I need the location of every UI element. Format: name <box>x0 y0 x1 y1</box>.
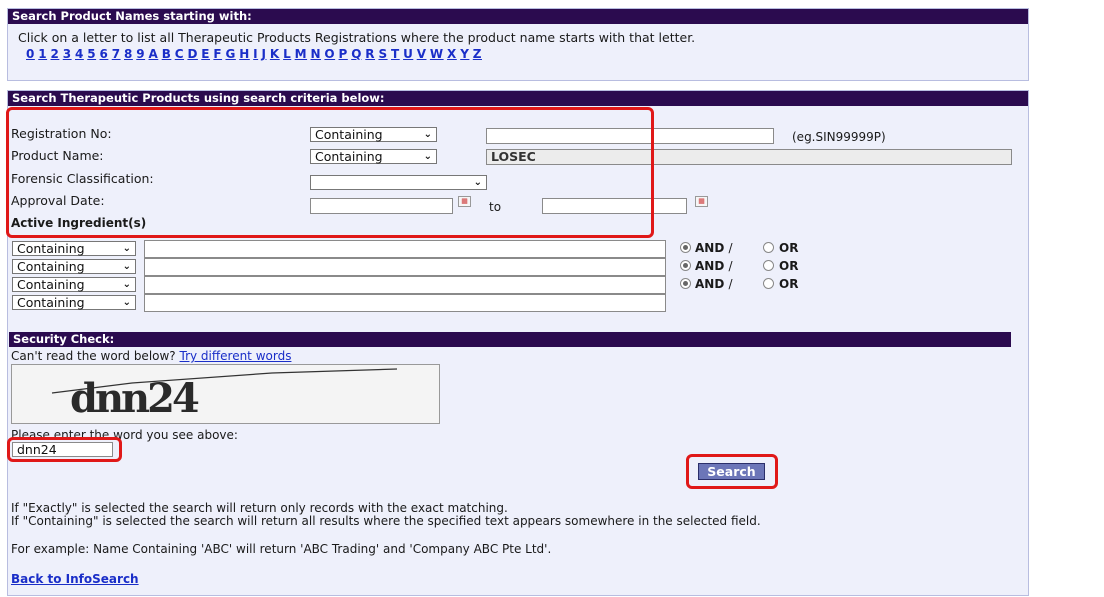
search-button-highlight <box>686 454 778 489</box>
and-radio[interactable] <box>680 278 691 289</box>
letter-link-8[interactable]: 8 <box>124 47 133 61</box>
letter-link-t[interactable]: T <box>391 47 400 61</box>
letter-link-7[interactable]: 7 <box>112 47 121 61</box>
and-radio[interactable] <box>680 242 691 253</box>
letter-link-g[interactable]: G <box>225 47 235 61</box>
letter-link-4[interactable]: 4 <box>75 47 84 61</box>
letter-link-h[interactable]: H <box>239 47 250 61</box>
letter-link-3[interactable]: 3 <box>63 47 72 61</box>
back-to-infosearch-link[interactable]: Back to InfoSearch <box>11 572 139 586</box>
or-radio[interactable] <box>763 260 774 271</box>
ingredient-mode-value: Containing <box>17 295 85 310</box>
captcha-image: dnn24 <box>11 364 440 424</box>
or-label: OR <box>779 241 799 255</box>
letter-link-k[interactable]: K <box>270 47 280 61</box>
letter-link-b[interactable]: B <box>162 47 172 61</box>
captcha-word: dnn24 <box>70 375 200 422</box>
letter-link-6[interactable]: 6 <box>100 47 109 61</box>
letter-link-q[interactable]: Q <box>351 47 362 61</box>
and-label: AND <box>695 241 725 255</box>
letter-link-i[interactable]: I <box>253 47 258 61</box>
letter-link-v[interactable]: V <box>417 47 427 61</box>
criteria-highlight <box>6 107 654 238</box>
captcha-help: Can't read the word below? Try different… <box>11 349 291 363</box>
letter-link-r[interactable]: R <box>365 47 375 61</box>
letter-link-u[interactable]: U <box>403 47 413 61</box>
letter-link-l[interactable]: L <box>283 47 291 61</box>
security-header: Security Check: <box>9 332 1011 347</box>
letter-link-x[interactable]: X <box>447 47 457 61</box>
note-exactly: If "Exactly" is selected the search will… <box>11 501 508 515</box>
letter-link-j[interactable]: J <box>262 47 267 61</box>
ingredient-input[interactable] <box>144 258 666 276</box>
or-label: OR <box>779 259 799 273</box>
letter-link-c[interactable]: C <box>175 47 184 61</box>
letter-links: 0123456789ABCDEFGHIJKLMNOPQRSTUVWXYZ <box>26 47 485 61</box>
chevron-down-icon: ⌄ <box>122 279 131 290</box>
or-radio[interactable] <box>763 242 774 253</box>
letter-link-o[interactable]: O <box>324 47 335 61</box>
browse-header: Search Product Names starting with: <box>8 9 1028 24</box>
ingredient-mode-select[interactable]: Containing ⌄ <box>12 295 136 310</box>
letter-link-y[interactable]: Y <box>460 47 469 61</box>
registration-hint: (eg.SIN99999P) <box>792 130 886 144</box>
captcha-help-text: Can't read the word below? <box>11 349 176 363</box>
or-label: OR <box>779 277 799 291</box>
browse-instruction: Click on a letter to list all Therapeuti… <box>18 30 696 45</box>
letter-link-e[interactable]: E <box>201 47 210 61</box>
ingredient-input[interactable] <box>144 294 666 312</box>
ingredient-mode-select[interactable]: Containing ⌄ <box>12 241 136 256</box>
captcha-input-highlight <box>7 437 122 462</box>
letter-link-5[interactable]: 5 <box>87 47 96 61</box>
ingredient-mode-select[interactable]: Containing ⌄ <box>12 259 136 274</box>
letter-link-z[interactable]: Z <box>473 47 482 61</box>
letter-link-a[interactable]: A <box>149 47 159 61</box>
calendar-icon[interactable]: ▦ <box>695 196 708 207</box>
letter-link-f[interactable]: F <box>213 47 222 61</box>
note-example: For example: Name Containing 'ABC' will … <box>11 542 552 556</box>
letter-link-s[interactable]: S <box>378 47 387 61</box>
letter-link-9[interactable]: 9 <box>136 47 145 61</box>
letter-link-w[interactable]: W <box>430 47 444 61</box>
ingredient-mode-value: Containing <box>17 259 85 274</box>
criteria-header: Search Therapeutic Products using search… <box>8 91 1028 106</box>
ingredient-input[interactable] <box>144 240 666 258</box>
and-or-label: AND / <box>695 259 733 273</box>
letter-link-m[interactable]: M <box>295 47 307 61</box>
letter-link-0[interactable]: 0 <box>26 47 35 61</box>
separator: / <box>728 241 733 255</box>
letter-link-2[interactable]: 2 <box>51 47 60 61</box>
letter-link-p[interactable]: P <box>339 47 348 61</box>
chevron-down-icon: ⌄ <box>122 261 131 272</box>
or-radio[interactable] <box>763 278 774 289</box>
letter-link-1[interactable]: 1 <box>38 47 47 61</box>
try-different-words-link[interactable]: Try different words <box>180 349 292 363</box>
ingredient-mode-value: Containing <box>17 277 85 292</box>
and-or-label: AND / <box>695 241 733 255</box>
and-label: AND <box>695 259 725 273</box>
separator: / <box>728 259 733 273</box>
ingredient-mode-value: Containing <box>17 241 85 256</box>
letter-link-n[interactable]: N <box>310 47 321 61</box>
chevron-down-icon: ⌄ <box>122 243 131 254</box>
ingredient-mode-select[interactable]: Containing ⌄ <box>12 277 136 292</box>
chevron-down-icon: ⌄ <box>122 297 131 308</box>
and-radio[interactable] <box>680 260 691 271</box>
note-containing: If "Containing" is selected the search w… <box>11 514 761 528</box>
separator: / <box>728 277 733 291</box>
and-label: AND <box>695 277 725 291</box>
letter-link-d[interactable]: D <box>187 47 197 61</box>
and-or-label: AND / <box>695 277 733 291</box>
ingredient-input[interactable] <box>144 276 666 294</box>
